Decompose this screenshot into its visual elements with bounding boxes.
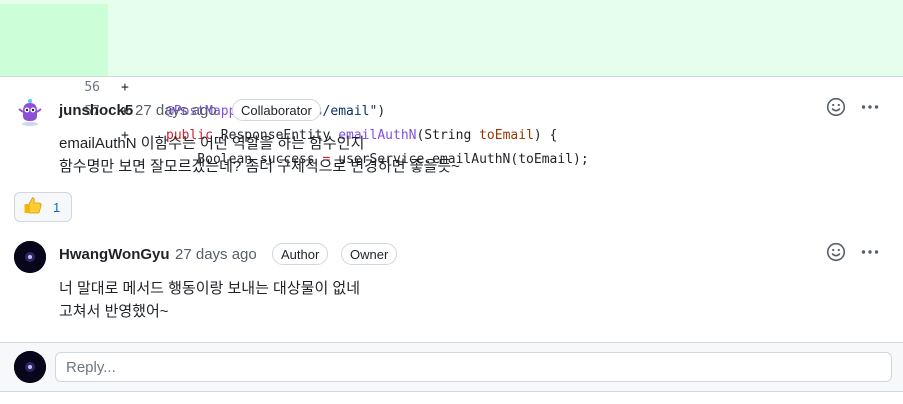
comment-author[interactable]: junshock5 (59, 101, 133, 121)
avatar[interactable] (14, 95, 46, 127)
diff-line: 57 + Boolean success = userService.email… (0, 52, 903, 167)
kebab-horizontal-icon (860, 242, 880, 267)
comment-body-line: 너 말대로 메서드 행동이랑 보내는 대상물이 없네 (59, 280, 361, 297)
review-comment: junshock5 27 days ago Collaborator email… (0, 77, 903, 227)
comment-body-line: emailAuthN 이함수는 어떤 역할을 하는 함수인지 (59, 135, 365, 152)
avatar[interactable] (14, 241, 46, 273)
role-badge: Collaborator (232, 99, 321, 121)
reply-input[interactable] (55, 352, 892, 382)
comment-timestamp[interactable]: 27 days ago (175, 245, 257, 265)
add-reaction-button[interactable] (825, 242, 847, 267)
kebab-horizontal-icon (860, 97, 880, 122)
add-reaction-button[interactable] (825, 97, 847, 122)
avatar (14, 351, 46, 383)
review-comment: HwangWonGyu 27 days ago Author Owner 너 말… (0, 227, 903, 341)
comment-body-line: 고쳐서 반영했어~ (59, 303, 169, 320)
diff-line: 55 + @PostMapping("/users/email") (0, 4, 903, 119)
role-badge: Owner (341, 243, 398, 265)
smiley-icon (826, 242, 846, 267)
reaction-count: 1 (53, 199, 61, 215)
reaction-thumbs-up[interactable]: 1 (14, 192, 72, 222)
reply-bar (0, 342, 903, 392)
comment-timestamp[interactable]: 27 days ago (135, 101, 217, 121)
diff-line: 56 + public ResponseEntity emailAuthN(St… (0, 28, 903, 143)
more-options-button[interactable] (859, 243, 881, 265)
more-options-button[interactable] (859, 98, 881, 120)
diff-snippet: 55 + @PostMapping("/users/email") 56 + p… (0, 0, 903, 167)
comment-author[interactable]: HwangWonGyu (59, 245, 170, 265)
smiley-icon (826, 97, 846, 122)
thumbs-up-icon (23, 195, 43, 220)
comment-body-line: 함수명만 보면 잘모르겠는데? 좀더 구체적으로 변경하면 좋을듯~ (59, 158, 460, 175)
role-badge: Author (272, 243, 329, 265)
